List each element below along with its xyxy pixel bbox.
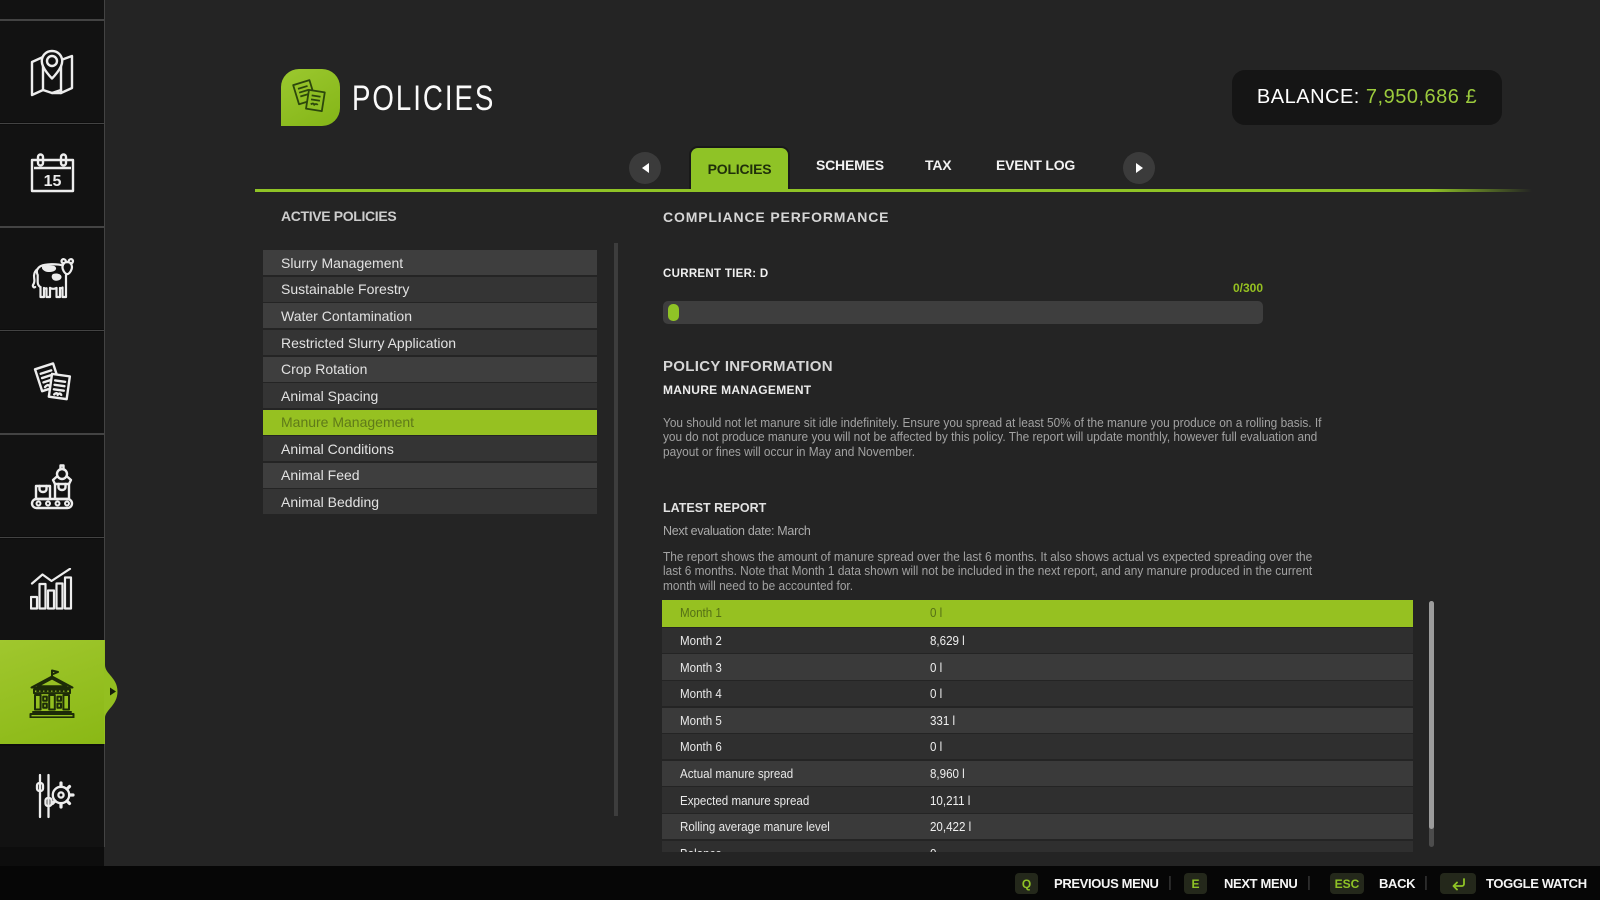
svg-text:15: 15 (43, 173, 61, 190)
